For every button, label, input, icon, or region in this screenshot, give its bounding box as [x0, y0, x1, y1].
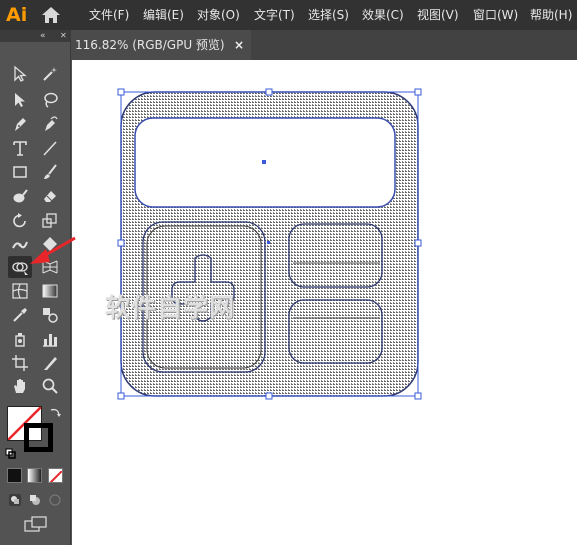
watermark-text: 软件自学网 — [105, 293, 236, 322]
annotation-arrow — [30, 236, 76, 264]
selection-center-marker — [267, 241, 270, 244]
artwork[interactable] — [0, 0, 577, 545]
center-point-marker — [262, 160, 266, 164]
